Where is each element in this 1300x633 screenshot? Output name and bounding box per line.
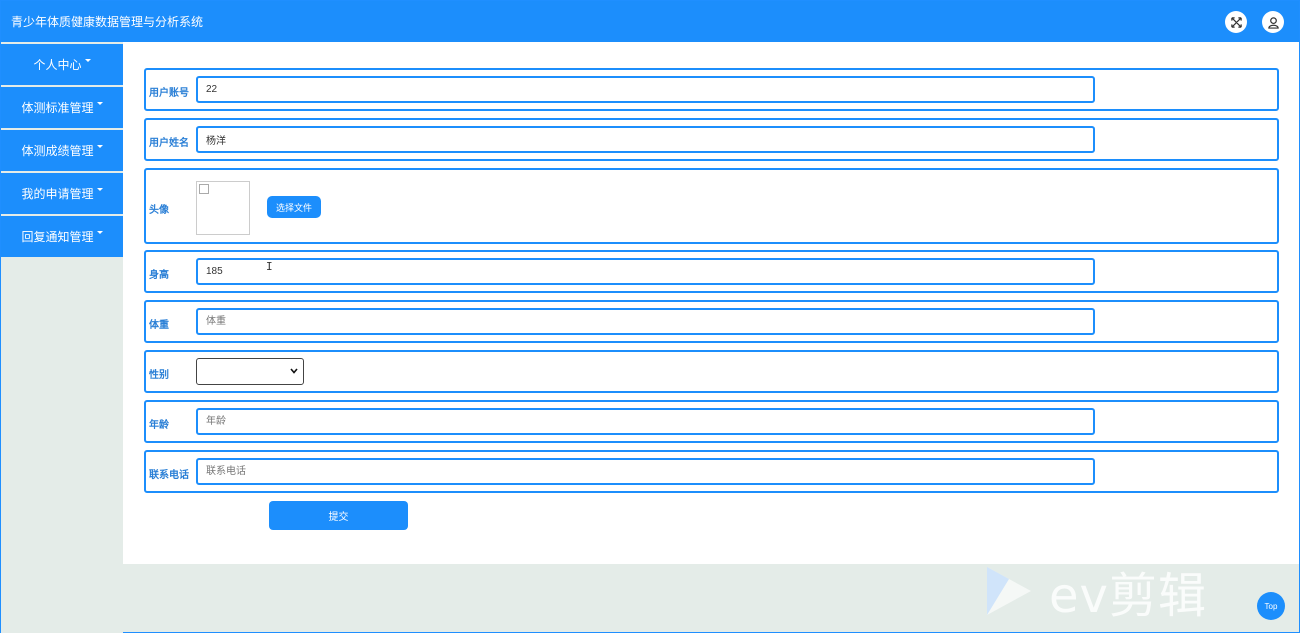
- weight-label: 体重: [149, 320, 169, 331]
- sidebar: 个人中心 体测标准管理 体测成绩管理 我的申请管理 回复通知管理: [1, 42, 123, 633]
- back-to-top-button[interactable]: Top: [1257, 592, 1285, 620]
- form-row-account: 用户账号: [144, 68, 1279, 111]
- gender-label: 性别: [149, 370, 169, 381]
- sidebar-item-label: 我的申请管理: [21, 187, 94, 201]
- text-cursor-icon: I: [266, 260, 273, 273]
- app-title: 青少年体质健康数据管理与分析系统: [11, 15, 204, 29]
- form-row-age: 年龄: [144, 400, 1279, 443]
- caret-down-icon: [96, 102, 103, 105]
- height-field[interactable]: [196, 258, 1095, 285]
- chevron-down-icon: [290, 368, 298, 374]
- avatar-image: [196, 181, 250, 235]
- account-label: 用户账号: [149, 88, 189, 99]
- weight-field[interactable]: [196, 308, 1095, 335]
- caret-down-icon: [96, 231, 103, 234]
- caret-down-icon: [96, 188, 103, 191]
- sidebar-item-label: 体测成绩管理: [21, 144, 94, 158]
- account-field[interactable]: [196, 76, 1095, 103]
- sidebar-item-test-standards[interactable]: 体测标准管理: [1, 87, 123, 128]
- sidebar-item-personal-center[interactable]: 个人中心: [1, 44, 123, 85]
- form-row-avatar: 头像 选择文件: [144, 168, 1279, 244]
- form-row-phone: 联系电话: [144, 450, 1279, 493]
- phone-label: 联系电话: [149, 470, 189, 481]
- top-bar: 青少年体质健康数据管理与分析系统: [1, 1, 1299, 42]
- height-label: 身高: [149, 270, 169, 281]
- sidebar-item-label: 回复通知管理: [21, 230, 94, 244]
- user-icon[interactable]: [1262, 11, 1284, 33]
- sidebar-item-test-scores[interactable]: 体测成绩管理: [1, 130, 123, 171]
- sidebar-item-label: 个人中心: [33, 58, 82, 72]
- sidebar-item-reply-notices[interactable]: 回复通知管理: [1, 216, 123, 257]
- sidebar-item-my-applications[interactable]: 我的申请管理: [1, 173, 123, 214]
- submit-button[interactable]: 提交: [269, 501, 408, 530]
- main-content: 用户账号 用户姓名 头像 选择文件 身高 体重 性别 年龄 联系电话 提交 I: [123, 42, 1299, 564]
- phone-field[interactable]: [196, 458, 1095, 485]
- form-row-gender: 性别: [144, 350, 1279, 393]
- age-label: 年龄: [149, 420, 169, 431]
- age-field[interactable]: [196, 408, 1095, 435]
- caret-down-icon: [84, 59, 91, 62]
- choose-file-button[interactable]: 选择文件: [267, 196, 321, 218]
- form-row-name: 用户姓名: [144, 118, 1279, 161]
- watermark: ev剪辑: [983, 561, 1233, 624]
- sidebar-item-label: 体测标准管理: [21, 101, 94, 115]
- name-label: 用户姓名: [149, 138, 189, 149]
- form-row-height: 身高: [144, 250, 1279, 293]
- form-row-weight: 体重: [144, 300, 1279, 343]
- caret-down-icon: [96, 145, 103, 148]
- gender-select[interactable]: [196, 358, 304, 385]
- name-field[interactable]: [196, 126, 1095, 153]
- watermark-text: ev剪辑: [1049, 568, 1207, 624]
- play-logo-icon: [987, 567, 1031, 615]
- broken-image-icon: [199, 184, 209, 194]
- fullscreen-icon[interactable]: [1225, 11, 1247, 33]
- avatar-label: 头像: [149, 205, 169, 216]
